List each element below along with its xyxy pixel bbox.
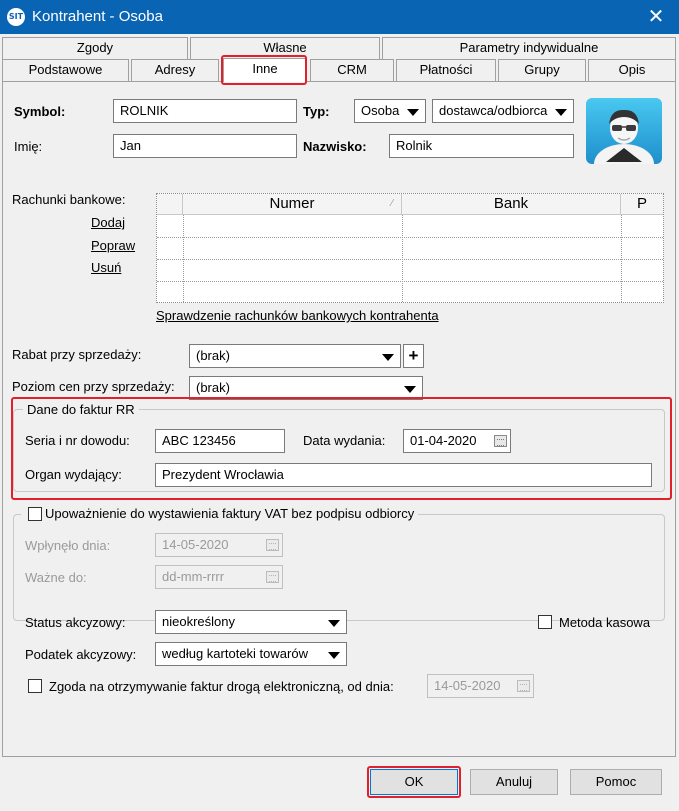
- nazwisko-label: Nazwisko:: [303, 139, 367, 154]
- wplynelo-label: Wpłynęło dnia:: [25, 538, 111, 553]
- popraw-rachunek-link[interactable]: Popraw: [91, 238, 135, 253]
- metoda-kasowa-label: Metoda kasowa: [559, 615, 651, 630]
- status-akcyzowy-select[interactable]: nieokreślony: [155, 610, 347, 634]
- tab-panel-inne: Symbol: ROLNIK Typ: Osoba dostawca/odbio…: [2, 81, 676, 757]
- data-wydania-input[interactable]: 01-04-2020: [403, 429, 511, 453]
- calendar-icon: [266, 539, 279, 551]
- table-header-p[interactable]: P: [621, 194, 663, 215]
- calendar-icon: [266, 571, 279, 583]
- organ-label: Organ wydający:: [25, 467, 122, 482]
- podatek-akcyzowy-label: Podatek akcyzowy:: [25, 647, 137, 662]
- calendar-icon: [517, 680, 530, 692]
- seria-label: Seria i nr dowodu:: [25, 433, 130, 448]
- rachunki-table[interactable]: Numer ⁄ Bank P: [156, 193, 664, 303]
- zgoda-efaktura-checkbox[interactable]: [28, 679, 42, 693]
- kontrahent-rola-value: dostawca/odbiorca: [439, 103, 548, 118]
- zgoda-data-value: 14-05-2020: [434, 678, 501, 693]
- table-row: [157, 237, 663, 238]
- seria-input[interactable]: ABC 123456: [155, 429, 285, 453]
- wplynelo-value: 14-05-2020: [162, 537, 229, 552]
- zgoda-efaktura-label: Zgoda na otrzymywanie faktur drogą elekt…: [49, 679, 394, 694]
- tab-inne[interactable]: Inne: [223, 58, 307, 82]
- title-bar: SIT Kontrahent - Osoba ✕: [0, 0, 679, 34]
- vat-upowaznienie-checkbox[interactable]: [28, 507, 42, 521]
- chevron-down-icon: [328, 652, 340, 659]
- metoda-kasowa-checkbox[interactable]: [538, 615, 552, 629]
- poziom-cen-select[interactable]: (brak): [189, 376, 423, 400]
- imie-input[interactable]: Jan: [113, 134, 297, 158]
- typ-select-value: Osoba: [361, 103, 400, 118]
- app-icon: SIT: [7, 8, 25, 26]
- data-wydania-value: 01-04-2020: [410, 433, 477, 448]
- help-button[interactable]: Pomoc: [570, 769, 662, 795]
- wplynelo-input: 14-05-2020: [155, 533, 283, 557]
- tab-adresy[interactable]: Adresy: [131, 59, 219, 81]
- calendar-icon[interactable]: [494, 435, 507, 447]
- vat-group: [13, 514, 665, 621]
- chevron-down-icon: [328, 620, 340, 627]
- tab-parametry-indywidualne[interactable]: Parametry indywidualne: [382, 37, 676, 59]
- zgoda-data-input: 14-05-2020: [427, 674, 534, 698]
- poziom-cen-label: Poziom cen przy sprzedaży:: [12, 379, 175, 394]
- vat-group-legend: Upoważnienie do wystawienia faktury VAT …: [21, 506, 419, 521]
- add-rabat-button[interactable]: +: [403, 344, 424, 368]
- ok-button[interactable]: OK: [370, 769, 458, 795]
- tab-platnosci[interactable]: Płatności: [396, 59, 496, 81]
- usun-rachunek-link[interactable]: Usuń: [91, 260, 121, 275]
- person-icon: [594, 109, 654, 164]
- avatar[interactable]: [586, 98, 662, 164]
- sort-icon: ⁄: [391, 198, 393, 209]
- imie-label: Imię:: [14, 139, 43, 154]
- tab-crm[interactable]: CRM: [310, 59, 394, 81]
- rabat-select[interactable]: (brak): [189, 344, 401, 368]
- podatek-akcyzowy-select[interactable]: według kartoteki towarów: [155, 642, 347, 666]
- podatek-akcyzowy-value: według kartoteki towarów: [162, 646, 308, 661]
- dialog-window: SIT Kontrahent - Osoba ✕ Zgody Własne Pa…: [0, 0, 679, 811]
- table-header-bank[interactable]: Bank: [402, 194, 621, 215]
- rr-group-legend: Dane do faktur RR: [23, 402, 139, 417]
- chevron-down-icon: [382, 354, 394, 361]
- tab-wlasne[interactable]: Własne: [190, 37, 380, 59]
- chevron-down-icon: [555, 109, 567, 116]
- sprawdzenie-rachunkow-link[interactable]: Sprawdzenie rachunków bankowych kontrahe…: [156, 308, 439, 323]
- chevron-down-icon: [407, 109, 419, 116]
- poziom-cen-select-value: (brak): [196, 380, 230, 395]
- close-icon[interactable]: ✕: [633, 0, 679, 34]
- typ-select[interactable]: Osoba: [354, 99, 426, 123]
- tab-zgody[interactable]: Zgody: [2, 37, 188, 59]
- rachunki-label: Rachunki bankowe:: [12, 192, 126, 207]
- cancel-button[interactable]: Anuluj: [470, 769, 558, 795]
- tab-opis[interactable]: Opis: [588, 59, 676, 81]
- symbol-label: Symbol:: [14, 104, 66, 119]
- dodaj-rachunek-link[interactable]: Dodaj: [91, 215, 125, 230]
- table-header-numer[interactable]: Numer ⁄: [183, 194, 402, 215]
- rabat-label: Rabat przy sprzedaży:: [12, 347, 142, 362]
- data-wydania-label: Data wydania:: [303, 433, 386, 448]
- wazne-label: Ważne do:: [25, 570, 87, 585]
- wazne-value: dd-mm-rrrr: [162, 569, 225, 584]
- symbol-input[interactable]: ROLNIK: [113, 99, 297, 123]
- window-title: Kontrahent - Osoba: [32, 8, 163, 25]
- status-akcyzowy-value: nieokreślony: [162, 614, 235, 629]
- tab-podstawowe[interactable]: Podstawowe: [2, 59, 129, 81]
- table-row: [157, 259, 663, 260]
- table-header-selector: [157, 194, 183, 215]
- tab-grupy[interactable]: Grupy: [498, 59, 586, 81]
- kontrahent-rola-select[interactable]: dostawca/odbiorca: [432, 99, 574, 123]
- table-row: [157, 281, 663, 282]
- nazwisko-input[interactable]: Rolnik: [389, 134, 574, 158]
- table-header-numer-label: Numer: [269, 195, 315, 212]
- chevron-down-icon: [404, 386, 416, 393]
- wazne-input: dd-mm-rrrr: [155, 565, 283, 589]
- status-akcyzowy-label: Status akcyzowy:: [25, 615, 126, 630]
- typ-label: Typ:: [303, 104, 330, 119]
- rabat-select-value: (brak): [196, 348, 230, 363]
- organ-input[interactable]: Prezydent Wrocławia: [155, 463, 652, 487]
